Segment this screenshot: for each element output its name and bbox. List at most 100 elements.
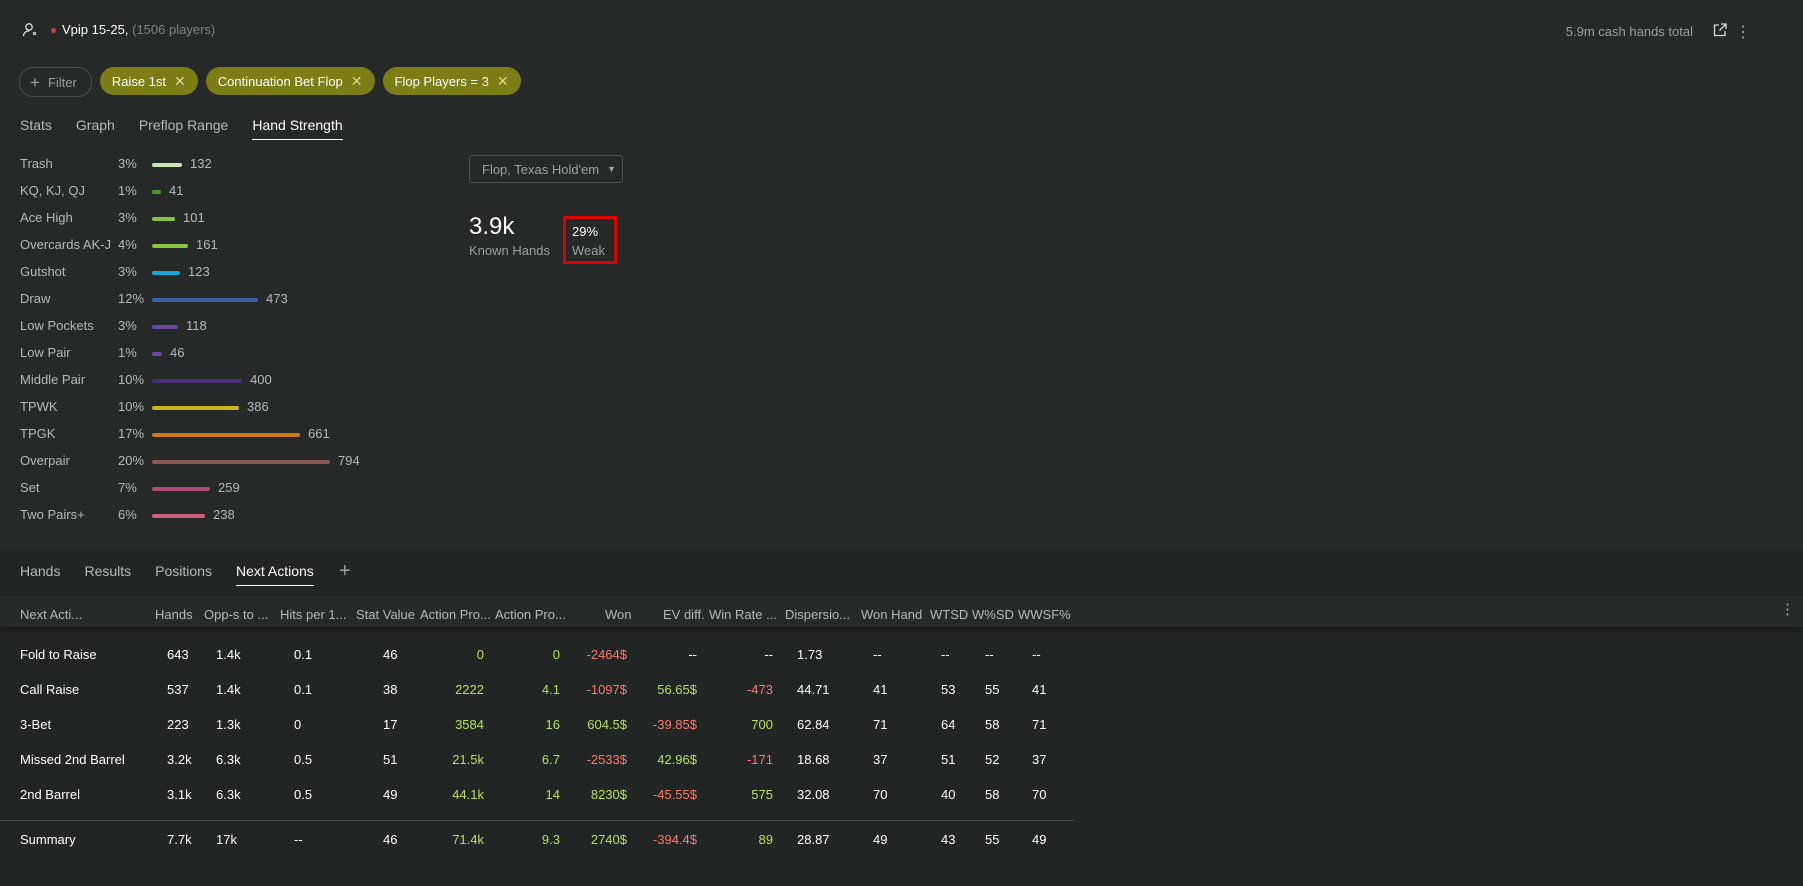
hand-category-percent: 3% [118, 156, 137, 171]
table-row-cell[interactable]: Fold to Raise [20, 647, 97, 662]
summary-row-cell: 28.87 [797, 832, 830, 847]
table-row-cell: 21.5k [452, 752, 484, 767]
column-header-ev-diff[interactable]: EV diff. [663, 607, 705, 622]
summary-row-cell: 49 [873, 832, 888, 847]
tab-hands[interactable]: Hands [20, 563, 60, 586]
table-row-cell: 3.1k [167, 787, 192, 802]
hand-category-bar [152, 298, 258, 302]
hand-strength-row: Middle Pair 10% 400 [20, 372, 400, 390]
hands-total-label: 5.9m cash hands total [1565, 24, 1693, 39]
table-row-cell[interactable]: Call Raise [20, 682, 79, 697]
hand-category-bar [152, 514, 205, 518]
tab-graph[interactable]: Graph [76, 117, 115, 140]
hand-category-count: 473 [266, 291, 288, 306]
tab-stats[interactable]: Stats [20, 117, 52, 140]
column-header-wtsd[interactable]: WTSD [930, 607, 968, 622]
hand-category-percent: 1% [118, 183, 137, 198]
hand-category-label: Set [20, 480, 40, 495]
add-filter-button[interactable]: + Filter [19, 67, 92, 97]
summary-row-cell: 43 [941, 832, 956, 847]
hand-category-percent: 12% [118, 291, 145, 306]
hand-strength-row: TPWK 10% 386 [20, 399, 400, 417]
hand-category-percent: 10% [118, 372, 145, 387]
hand-strength-row: Gutshot 3% 123 [20, 264, 400, 282]
table-row-cell: -- [1032, 647, 1041, 662]
table-row-cell[interactable]: Missed 2nd Barrel [20, 752, 125, 767]
table-row-cell: 40 [941, 787, 956, 802]
hand-category-label: Low Pair [20, 345, 71, 360]
column-header-action-pro-2[interactable]: Action Pro... [495, 607, 566, 622]
column-header-hits-per[interactable]: Hits per 1... [280, 607, 346, 622]
hand-category-count: 794 [338, 453, 360, 468]
table-row-cell: 38 [383, 682, 398, 697]
column-header-won[interactable]: Won [605, 607, 632, 622]
column-header-action-pro-1[interactable]: Action Pro... [420, 607, 491, 622]
tab-preflop-range[interactable]: Preflop Range [139, 117, 229, 140]
table-row-cell[interactable]: 2nd Barrel [20, 787, 80, 802]
hand-category-label: Middle Pair [20, 372, 86, 387]
hand-category-count: 661 [308, 426, 330, 441]
summary-row-cell[interactable]: Summary [20, 832, 76, 847]
report-title[interactable]: Vpip 15-25, (1506 players) [62, 22, 215, 37]
column-header-won-hand[interactable]: Won Hand [861, 607, 922, 622]
hand-strength-row: Overpair 20% 794 [20, 453, 400, 471]
column-header-dispersion[interactable]: Dispersio... [785, 607, 850, 622]
hand-strength-row: Low Pair 1% 46 [20, 345, 400, 363]
table-row-cell: 62.84 [797, 717, 830, 732]
column-header-wsd[interactable]: W%SD [972, 607, 1014, 622]
tab-positions[interactable]: Positions [155, 563, 212, 586]
hand-category-count: 259 [218, 480, 240, 495]
filter-chip-label: Raise 1st [111, 73, 167, 89]
table-row-cell: 58 [985, 717, 1000, 732]
table-row-cell: 17 [383, 717, 398, 732]
table-row-cell: 1.4k [216, 647, 241, 662]
column-options-icon[interactable]: ⋮ [1780, 600, 1795, 618]
table-row-cell: 700 [751, 717, 773, 732]
filter-chip-flop-players[interactable]: Flop Players = 3 ✕ [382, 67, 521, 95]
hand-category-percent: 17% [118, 426, 145, 441]
close-icon[interactable]: ✕ [497, 73, 509, 90]
table-row-cell: 643 [167, 647, 189, 662]
filter-chip-raise-1st[interactable]: Raise 1st ✕ [99, 67, 198, 95]
hand-category-percent: 6% [118, 507, 137, 522]
weak-percent: 29% [572, 224, 599, 239]
table-row-cell: 70 [1032, 787, 1047, 802]
hand-category-percent: 3% [118, 264, 137, 279]
table-row-cell: 37 [873, 752, 888, 767]
tab-next-actions[interactable]: Next Actions [235, 563, 314, 586]
hand-category-label: Gutshot [20, 264, 66, 279]
summary-row-cell: 49 [1032, 832, 1047, 847]
table-row-cell: 1.3k [216, 717, 241, 732]
hand-category-bar [152, 190, 161, 194]
column-header-next-action[interactable]: Next Acti... [20, 607, 82, 622]
hand-category-bar [152, 163, 182, 167]
players-icon[interactable] [22, 22, 38, 38]
hand-strength-row: Low Pockets 3% 118 [20, 318, 400, 336]
table-row-cell: 52 [985, 752, 1000, 767]
column-header-hands[interactable]: Hands [155, 607, 193, 622]
more-options-icon[interactable]: ⋮ [1735, 22, 1751, 42]
hand-category-count: 46 [170, 345, 185, 360]
table-row-cell: 575 [751, 787, 773, 802]
export-icon[interactable] [1713, 23, 1727, 37]
close-icon[interactable]: ✕ [351, 73, 363, 90]
column-header-wwsf[interactable]: WWSF% [1018, 607, 1071, 622]
street-select[interactable]: Flop, Texas Hold'em ▼ [469, 155, 623, 183]
known-hands-label: Known Hands [469, 243, 550, 258]
table-row-cell: -- [873, 647, 882, 662]
tab-results[interactable]: Results [84, 563, 131, 586]
table-row-cell: 56.65$ [657, 682, 697, 697]
summary-row-cell: 89 [758, 832, 773, 847]
hand-category-bar [152, 271, 180, 275]
column-header-stat-value[interactable]: Stat Value [356, 607, 415, 622]
column-header-win-rate[interactable]: Win Rate ... [709, 607, 777, 622]
table-row-cell[interactable]: 3-Bet [20, 717, 51, 732]
hand-strength-row: Set 7% 259 [20, 480, 400, 498]
hand-category-percent: 3% [118, 318, 137, 333]
add-tab-icon[interactable]: + [339, 560, 351, 583]
filter-chip-cbet-flop[interactable]: Continuation Bet Flop ✕ [205, 67, 375, 95]
tab-hand-strength[interactable]: Hand Strength [252, 117, 343, 140]
column-header-opportunities[interactable]: Opp-s to ... [204, 607, 268, 622]
status-dot [51, 28, 56, 33]
close-icon[interactable]: ✕ [174, 73, 186, 90]
